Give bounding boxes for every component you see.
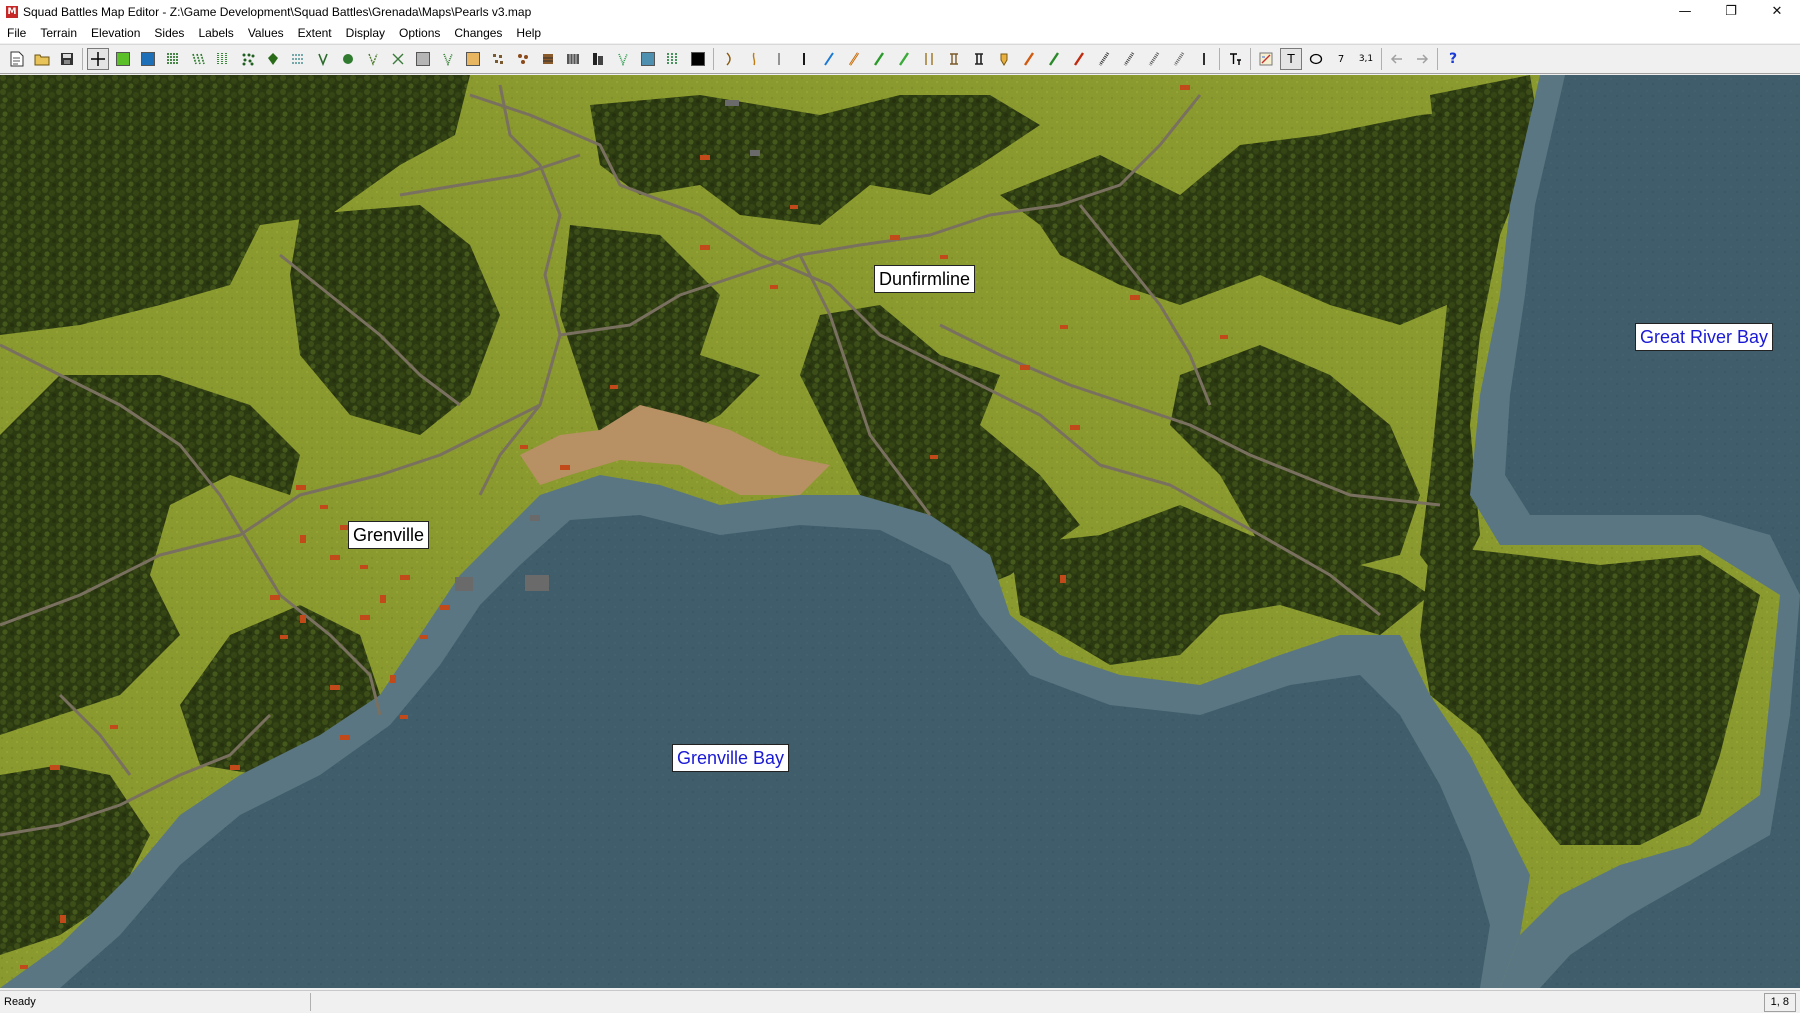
- building-icon[interactable]: [537, 48, 559, 70]
- building-2-icon[interactable]: [562, 48, 584, 70]
- palm-icon[interactable]: [362, 48, 384, 70]
- menu-file[interactable]: File: [0, 23, 33, 43]
- map-canvas[interactable]: Dunfirmline Grenville Great River Bay Gr…: [0, 75, 1800, 988]
- save-icon[interactable]: [56, 48, 78, 70]
- railroad-4-icon[interactable]: [1168, 48, 1190, 70]
- window-controls: — ❐ ✕: [1662, 0, 1800, 23]
- menu-terrain[interactable]: Terrain: [33, 23, 84, 43]
- green-road-2-icon[interactable]: [893, 48, 915, 70]
- green-road-icon[interactable]: [868, 48, 890, 70]
- forest-icon[interactable]: [187, 48, 209, 70]
- menu-options[interactable]: Options: [392, 23, 447, 43]
- railroad-3-icon[interactable]: [1143, 48, 1165, 70]
- menu-elevation[interactable]: Elevation: [84, 23, 147, 43]
- menu-help[interactable]: Help: [509, 23, 548, 43]
- path-icon[interactable]: [793, 48, 815, 70]
- fields-icon[interactable]: [612, 48, 634, 70]
- hedgerow-icon[interactable]: [662, 48, 684, 70]
- window-title: Squad Battles Map Editor - Z:\Game Devel…: [23, 4, 532, 19]
- water-label-grenville-bay[interactable]: Grenville Bay: [672, 744, 790, 772]
- restore-button[interactable]: ❐: [1708, 0, 1754, 23]
- title-bar: M Squad Battles Map Editor - Z:\Game Dev…: [0, 0, 1800, 23]
- clear-terrain-swatch[interactable]: [112, 48, 134, 70]
- trees-icon[interactable]: [287, 48, 309, 70]
- fence-icon[interactable]: [1068, 48, 1090, 70]
- shallows-icon[interactable]: [637, 48, 659, 70]
- menu-values[interactable]: Values: [241, 23, 291, 43]
- new-file-icon[interactable]: [6, 48, 28, 70]
- light-forest-icon[interactable]: [212, 48, 234, 70]
- water-swatch[interactable]: [137, 48, 159, 70]
- ford-icon[interactable]: [943, 48, 965, 70]
- rocks-icon[interactable]: [512, 48, 534, 70]
- pavement-swatch[interactable]: [412, 48, 434, 70]
- select-cursor-icon[interactable]: [87, 48, 109, 70]
- ellipse-tool-icon[interactable]: [1305, 48, 1327, 70]
- menu-changes[interactable]: Changes: [447, 23, 509, 43]
- sand-swatch[interactable]: [462, 48, 484, 70]
- menu-display[interactable]: Display: [339, 23, 392, 43]
- toolbar-separator: [82, 48, 83, 70]
- jungle-icon[interactable]: [237, 48, 259, 70]
- open-folder-icon[interactable]: [31, 48, 53, 70]
- menu-sides[interactable]: Sides: [147, 23, 191, 43]
- gully-icon[interactable]: [743, 48, 765, 70]
- water-label-great-river-bay[interactable]: Great River Bay: [1635, 323, 1774, 351]
- status-bar: Ready 1, 8: [0, 990, 1800, 1013]
- river-icon[interactable]: [818, 48, 840, 70]
- trail-icon[interactable]: [768, 48, 790, 70]
- help-icon[interactable]: ?: [1442, 48, 1464, 70]
- railroad-icon[interactable]: [1093, 48, 1115, 70]
- blocked-icon[interactable]: [968, 48, 990, 70]
- road-2-icon[interactable]: [1018, 48, 1040, 70]
- stream-icon[interactable]: [718, 48, 740, 70]
- tall-building-icon[interactable]: [587, 48, 609, 70]
- orchard-icon[interactable]: [162, 48, 184, 70]
- town-label-dunfirmline[interactable]: Dunfirmline: [874, 265, 976, 293]
- rough-icon[interactable]: [337, 48, 359, 70]
- redo-arrow-icon[interactable]: [1411, 48, 1433, 70]
- toolbar-separator: [1381, 48, 1382, 70]
- map-terrain[interactable]: [0, 75, 1800, 988]
- map-edit-icon[interactable]: [1255, 48, 1277, 70]
- pointer-icon[interactable]: [993, 48, 1015, 70]
- rubble-icon[interactable]: [487, 48, 509, 70]
- black-swatch[interactable]: [687, 48, 709, 70]
- text-style-icon[interactable]: [1224, 48, 1246, 70]
- toolbar: T 7 3,1 ?: [0, 44, 1800, 74]
- forest-2-icon[interactable]: [437, 48, 459, 70]
- undo-arrow-icon[interactable]: [1386, 48, 1408, 70]
- railroad-2-icon[interactable]: [1118, 48, 1140, 70]
- hex-coordinates: 1, 8: [1763, 993, 1796, 1012]
- value-tool-icon[interactable]: 7: [1330, 48, 1352, 70]
- toolbar-separator: [713, 48, 714, 70]
- close-button[interactable]: ✕: [1754, 0, 1800, 23]
- minimize-button[interactable]: —: [1662, 0, 1708, 23]
- menu-labels[interactable]: Labels: [191, 23, 240, 43]
- menu-extent[interactable]: Extent: [291, 23, 339, 43]
- menu-bar: File Terrain Elevation Sides Labels Valu…: [0, 23, 1800, 43]
- app-icon: M: [6, 5, 18, 18]
- wall-icon[interactable]: [1043, 48, 1065, 70]
- scrub-icon[interactable]: [262, 48, 284, 70]
- toolbar-separator: [1437, 48, 1438, 70]
- line-icon[interactable]: [1193, 48, 1215, 70]
- toolbar-separator: [1219, 48, 1220, 70]
- bridge-icon[interactable]: [918, 48, 940, 70]
- hex-number-icon[interactable]: 3,1: [1355, 48, 1377, 70]
- marsh-icon[interactable]: [312, 48, 334, 70]
- road-icon[interactable]: [843, 48, 865, 70]
- toolbar-separator: [1250, 48, 1251, 70]
- town-label-grenville[interactable]: Grenville: [348, 521, 430, 549]
- status-pane: [0, 993, 311, 1011]
- brush-icon[interactable]: [387, 48, 409, 70]
- label-tool-icon[interactable]: T: [1280, 48, 1302, 70]
